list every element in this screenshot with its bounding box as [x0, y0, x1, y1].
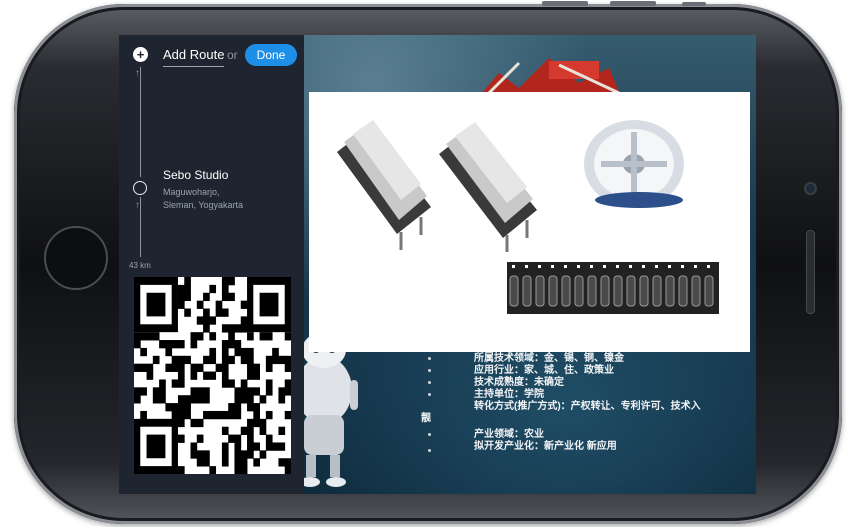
text-line: 拟开发产业化：新产业化 新应用: [474, 441, 617, 452]
text-line: 主持单位：学院: [474, 389, 544, 400]
front-camera: [804, 182, 817, 195]
distance-label: 43 km: [129, 261, 151, 270]
done-button[interactable]: Done: [245, 44, 297, 66]
stop-name: Sebo Studio: [163, 168, 229, 182]
address-line: Maguwoharjo,: [163, 187, 220, 197]
or-label: or: [227, 48, 238, 62]
side-label: 靓: [421, 413, 431, 424]
product-image-panel: [309, 92, 750, 352]
stop-address: Maguwoharjo, Sleman, Yogyakarta: [163, 186, 283, 212]
add-route-button[interactable]: Add Route: [163, 47, 225, 67]
background-chinese-text: 所属技术领域：金、锡、铜、镍金 应用行业：家、城、住、政策业 技术成熟度：未确定…: [474, 353, 701, 453]
address-line: Sleman, Yogyakarta: [163, 200, 244, 210]
qr-code[interactable]: [134, 277, 291, 474]
home-button[interactable]: [44, 226, 108, 290]
volume-down-button: [610, 1, 656, 6]
route-line: [140, 67, 141, 177]
mute-switch: [682, 2, 706, 6]
arrow-up-icon: ↑: [135, 68, 140, 79]
stop-circle-icon[interactable]: [133, 181, 147, 195]
text-line: 技术成熟度：未确定: [474, 377, 564, 388]
speaker-grille: [806, 230, 815, 314]
text-line: 转化方式(推广方式)：产权转让、专利许可、技术入: [474, 401, 701, 412]
text-line: 产业领域：农业: [474, 429, 544, 440]
text-line: 应用行业：家、城、住、政策业: [474, 365, 614, 376]
bullet-dots: [423, 353, 437, 463]
volume-up-button: [542, 1, 588, 6]
plus-icon[interactable]: +: [133, 47, 148, 62]
phone-screen: 靓 所属技术领域：金、锡、铜、镍金 应用行业：家、城、住、政策业 技术成熟度：未…: [119, 35, 756, 494]
tape-reel-image: [584, 120, 684, 208]
carrier-tape-image: [507, 262, 719, 314]
text-line: 所属技术领域：金、锡、铜、镍金: [474, 353, 624, 364]
route-line: [140, 197, 141, 257]
arrow-up-icon: ↑: [135, 200, 140, 211]
